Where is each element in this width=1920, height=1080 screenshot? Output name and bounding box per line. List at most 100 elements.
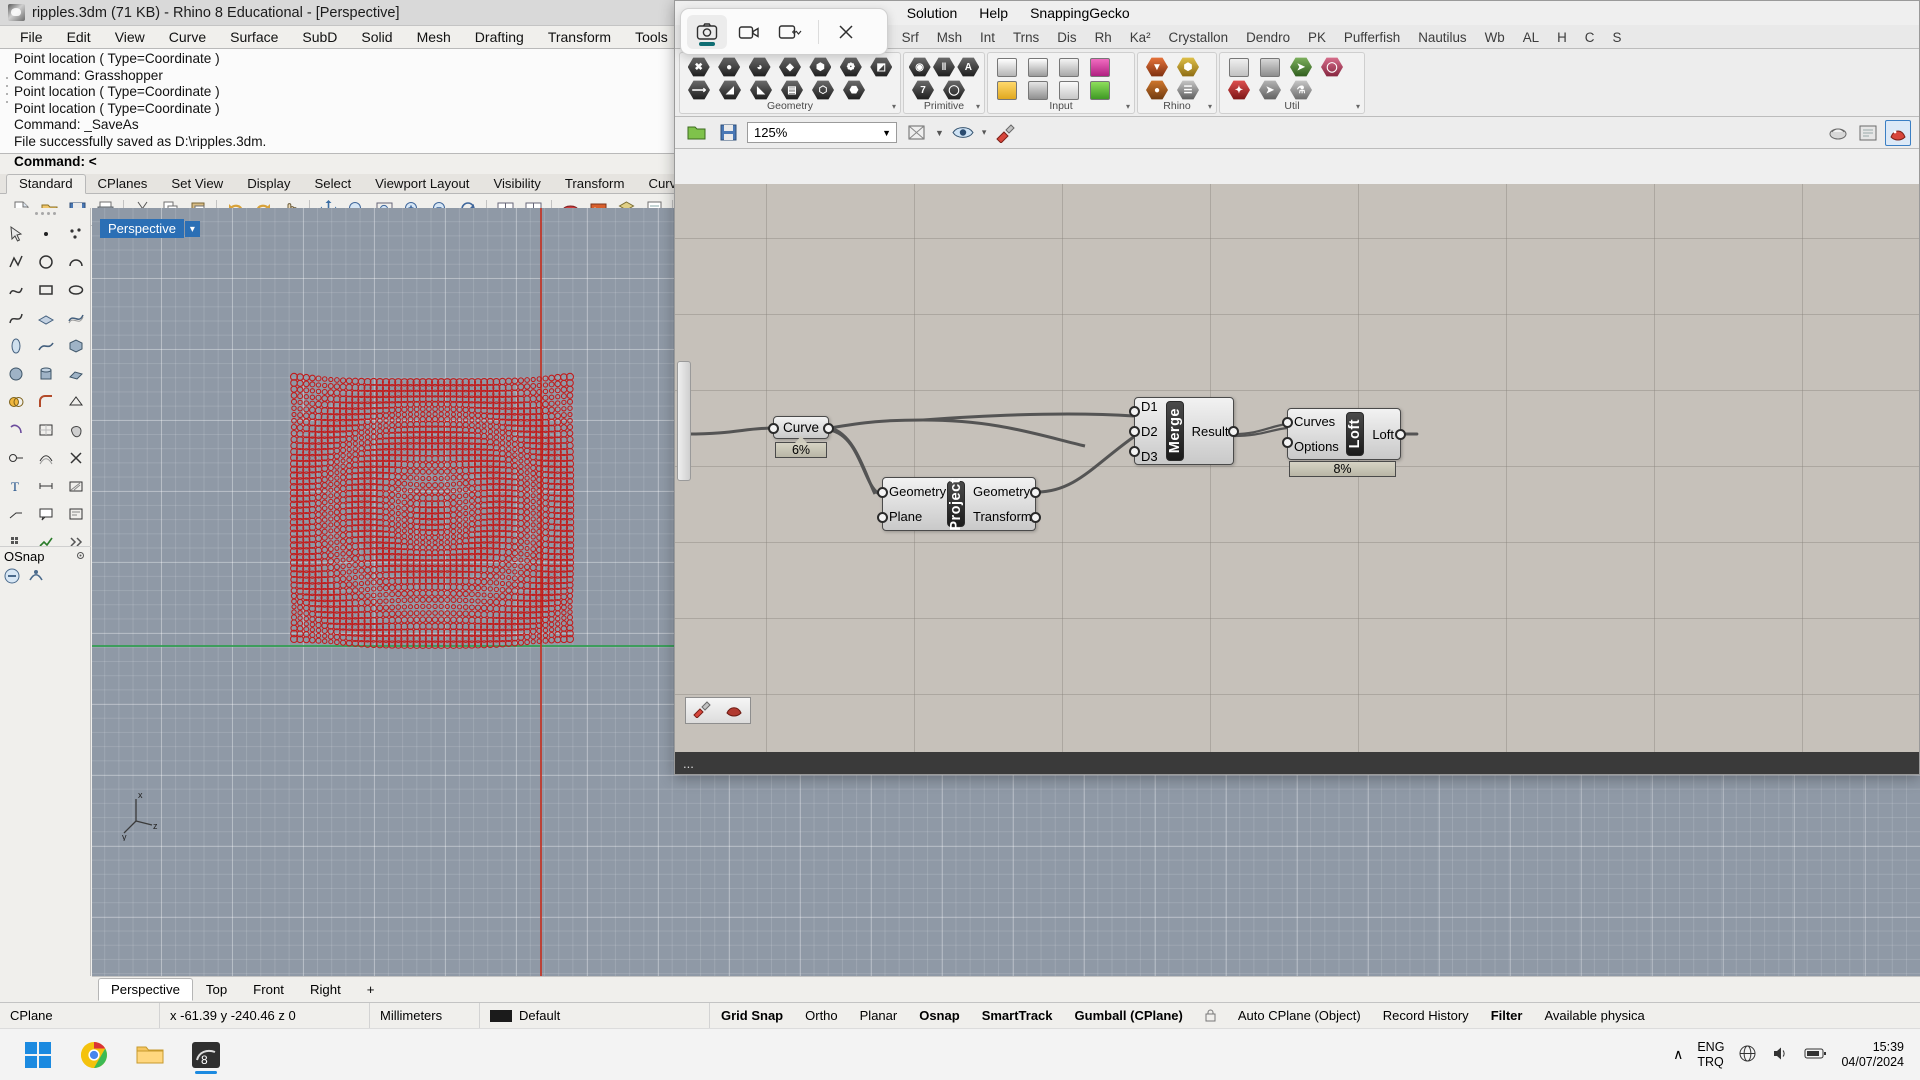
extrude-icon[interactable] [61,360,90,388]
param-vector-icon[interactable]: ⟶ [684,79,714,101]
toolbar-tab-standard[interactable]: Standard [6,174,86,194]
osnap-disable-icon[interactable] [2,566,22,589]
gh-node-project-nub-out1[interactable] [1030,487,1041,498]
rhino-statusbar[interactable]: CPlane x -61.39 y -240.46 z 0 Millimeter… [0,1002,1920,1029]
tray-overflow-icon[interactable]: ∧ [1673,1046,1683,1063]
gh-node-merge-nub-d2[interactable] [1129,426,1140,437]
toggle-gumball[interactable]: Gumball (CPlane) [1064,1003,1194,1029]
toolbar-tab-display[interactable]: Display [235,175,302,193]
gh-tab-dis[interactable]: Dis [1048,28,1085,48]
gh-node-loft-input-curves[interactable]: Curves [1294,409,1335,434]
polyline-icon[interactable] [1,248,30,276]
param-brep-icon[interactable]: ⬢ [806,56,835,78]
ribbon-group-expand-icon[interactable]: ▾ [1208,102,1212,111]
gh-node-merge-input-d1[interactable]: D1 [1141,394,1158,419]
arc-icon[interactable] [61,248,90,276]
gh-node-loft-input-options-2[interactable]: Options [1294,434,1339,459]
blob-icon[interactable] [61,416,90,444]
rhino-mesh-param-icon[interactable]: ⬢ [1173,56,1203,78]
toolbar-tab-viewport-layout[interactable]: Viewport Layout [363,175,481,193]
cylinder-icon[interactable] [31,360,60,388]
param-number-icon[interactable]: 7 [908,79,938,101]
gh-canvas-toolbar[interactable]: 125% ▼ ▼ ▾ [675,117,1919,149]
gh-tab-pk[interactable]: PK [1299,28,1335,48]
toggle-ortho[interactable]: Ortho [794,1003,849,1029]
gh-node-loft-nub-options[interactable] [1282,437,1293,448]
gh-node-project-nub-in2[interactable] [877,512,888,523]
gh-tab-nautilus[interactable]: Nautilus [1409,28,1475,48]
loft-surface-icon[interactable] [61,304,90,332]
param-circle-icon[interactable]: ● [714,56,743,78]
param-box-icon[interactable]: ▤ [777,79,807,101]
gecko-icon[interactable] [724,700,744,721]
ribbon-group-rhino[interactable]: ▼ ⬢ ● ☰ Rhino ▾ [1137,52,1217,114]
taskbar[interactable]: 8 ∧ ENG TRQ 15:39 04/07/2024 [0,1028,1920,1080]
gh-node-project-nub-out2[interactable] [1030,512,1041,523]
viewport-dropdown-icon[interactable]: ▾ [184,220,200,237]
util-data-dam-icon[interactable]: ◯ [1317,56,1347,78]
viewport-tab-top[interactable]: Top [193,978,240,1001]
gh-node-loft-title[interactable]: Loft [1346,412,1365,456]
gh-node-merge-input-d2[interactable]: D2 [1141,419,1158,444]
revolve-icon[interactable] [1,332,30,360]
grasshopper-window[interactable]: File Edit View Display Solution Help Sna… [674,0,1920,775]
new-window-icon[interactable] [771,15,811,49]
toggle-grid-snap[interactable]: Grid Snap [710,1003,794,1029]
gh-tab-ka2[interactable]: Ka² [1121,28,1160,48]
ribbon-group-expand-icon[interactable]: ▾ [892,102,896,111]
gh-canvas-scrollbar[interactable] [677,361,691,481]
gh-node-loft-nub-curves[interactable] [1282,417,1293,428]
toolbar-tab-cplanes[interactable]: CPlanes [86,175,160,193]
gh-tab-trns[interactable]: Trns [1004,28,1048,48]
remote-panel-icon[interactable] [1855,120,1881,146]
osnap-persistent-icon[interactable] [26,566,46,589]
rhino-block-icon[interactable]: ● [1142,79,1172,101]
eye-icon[interactable] [950,120,976,146]
gh-node-project-input-geometry[interactable]: Geometry [889,479,946,504]
gh-node-merge-nub-d3[interactable] [1129,446,1140,457]
paint-icon[interactable] [692,700,712,721]
gh-node-curve-input-nub[interactable] [768,423,779,434]
input-panel-icon[interactable] [1054,79,1084,101]
ribbon-group-geometry[interactable]: ✖ ● ◕ ◆ ⬢ ❁ ◩ ⟶ ◢ ◣ ▤ ⬡ ⬣ Geometry ▾ [679,52,901,114]
menu-item-drafting[interactable]: Drafting [463,27,536,47]
viewport-label[interactable]: Perspective ▾ [100,219,200,238]
menu-item-transform[interactable]: Transform [536,27,623,47]
input-button-icon[interactable] [1054,56,1084,78]
toggle-smarttrack[interactable]: SmartTrack [971,1003,1064,1029]
gh-node-loft-output-loft[interactable]: Loft [1372,422,1394,447]
point-cloud-icon[interactable] [61,220,90,248]
paint-icon[interactable] [992,120,1018,146]
param-field-icon[interactable]: ⬡ [808,79,838,101]
osnap-quick-buttons[interactable] [0,565,91,589]
gh-node-merge-input-d3[interactable]: D3 [1141,444,1158,469]
ribbon-group-expand-icon[interactable]: ▾ [976,102,980,111]
ellipse-icon[interactable] [61,276,90,304]
input-value-list-icon[interactable] [1023,79,1053,101]
menu-item-file[interactable]: File [8,27,55,47]
gh-tab-int[interactable]: Int [971,28,1004,48]
viewport-tab-add[interactable]: + [354,978,388,1001]
clock[interactable]: 15:39 04/07/2024 [1841,1040,1904,1070]
circle-icon[interactable] [31,248,60,276]
ribbon-group-expand-icon[interactable]: ▾ [1126,102,1130,111]
gh-node-merge-nub-result[interactable] [1228,426,1239,437]
boolean-icon[interactable] [1,388,30,416]
menu-item-edit[interactable]: Edit [55,27,103,47]
rhino-side-toolbox[interactable]: T [0,208,91,976]
gh-node-merge-nub-d1[interactable] [1129,406,1140,417]
rhino-geometry-pipeline-icon[interactable]: ▼ [1142,56,1172,78]
zoom-select[interactable]: 125% ▼ [747,122,897,143]
rhino-app[interactable]: 8 [186,1035,226,1075]
ribbon-group-input[interactable]: Input ▾ [987,52,1135,114]
start-button[interactable] [18,1035,58,1075]
fit-icon[interactable] [903,120,929,146]
menu-item-surface[interactable]: Surface [218,27,290,47]
menu-item-tools[interactable]: Tools [623,27,680,47]
osnap-settings-icon[interactable] [75,549,86,564]
toggle-auto-cplane[interactable]: Auto CPlane (Object) [1227,1003,1372,1029]
gh-tab-al[interactable]: AL [1514,28,1548,48]
param-text-icon[interactable]: A [957,56,980,78]
toolbar-tab-visibility[interactable]: Visibility [481,175,552,193]
text-icon[interactable]: T [1,472,30,500]
